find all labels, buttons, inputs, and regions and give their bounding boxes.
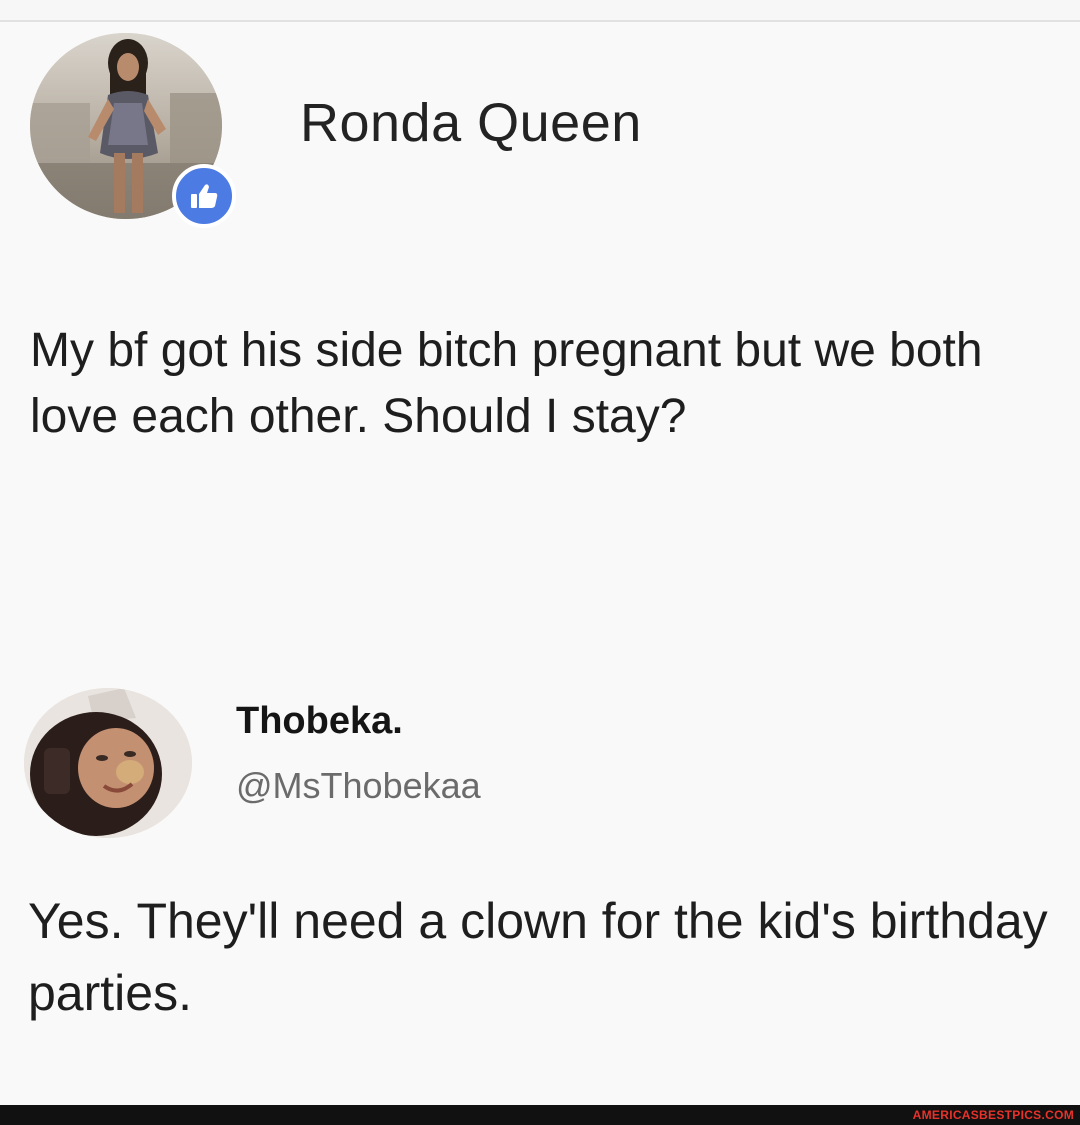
post-text: My bf got his side bitch pregnant but we…	[30, 324, 983, 443]
profile-photo-woman-selfie	[24, 688, 192, 838]
thumbs-up-icon	[191, 184, 218, 208]
site-watermark: AMERICASBESTPICS.COM	[912, 1108, 1074, 1122]
author-name[interactable]: Ronda Queen	[300, 92, 642, 154]
reply-avatar[interactable]	[24, 688, 192, 838]
like-badge	[172, 164, 236, 228]
reply-author-name[interactable]: Thobeka.	[236, 700, 403, 743]
reply-author-handle[interactable]: @MsThobekaa	[236, 765, 481, 807]
footer-bar: AMERICASBESTPICS.COM	[0, 1105, 1080, 1125]
reply-text: Yes. They'll need a clown for the kid's …	[28, 893, 1048, 1021]
